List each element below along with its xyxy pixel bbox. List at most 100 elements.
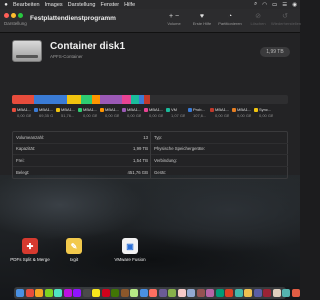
- info-row: Physische Speichergeräte:: [151, 144, 288, 155]
- dock-app-icon[interactable]: [291, 289, 300, 297]
- first-aid-button[interactable]: ♥ Erste Hilfe: [188, 12, 216, 26]
- dock-app-icon[interactable]: [120, 289, 129, 297]
- usage-segment: [100, 95, 123, 104]
- disk-utility-window: Darstellung Festplattendienstprogramm + …: [0, 9, 302, 179]
- usage-segment: [34, 95, 68, 104]
- legend-swatch: [210, 107, 214, 112]
- legend-size: 0,00 GB: [105, 113, 119, 118]
- info-value: 1,99 TB: [133, 146, 148, 152]
- desktop-app-icon[interactable]: ▣ VMware Fusion: [100, 238, 160, 262]
- legend-item: Sync... 0,00 GB: [254, 107, 273, 125]
- dock-app-icon[interactable]: [253, 289, 262, 297]
- dock-app-icon[interactable]: [130, 289, 138, 297]
- partition-button[interactable]: ◔ Partitionieren: [216, 12, 244, 26]
- info-row: Gerät:: [151, 167, 288, 179]
- volume-button[interactable]: + − Volume: [160, 12, 188, 26]
- control-center-icon[interactable]: ☰: [282, 2, 287, 8]
- dock-app-icon[interactable]: [196, 289, 205, 297]
- info-table: Volumeanzahl: 13 Kapazität: 1,99 TB Frei: 1,5…: [12, 131, 288, 179]
- zoom-button[interactable]: [18, 13, 23, 18]
- legend-name: VM: [171, 107, 177, 112]
- dock-app-icon[interactable]: [272, 289, 281, 297]
- window-toolbar: Darstellung Festplattendienstprogramm + …: [0, 9, 302, 33]
- dock-app-icon[interactable]: [149, 289, 157, 297]
- first-aid-icon: ♥: [199, 13, 205, 20]
- dock-app-icon[interactable]: [234, 289, 243, 297]
- info-key: Frei:: [16, 157, 25, 163]
- dock-app-icon[interactable]: [44, 289, 53, 297]
- legend-name: MBA1...: [83, 107, 97, 112]
- menu-item-darstellung[interactable]: Darstellung: [68, 2, 96, 8]
- size-badge: 1,99 TB: [260, 47, 290, 57]
- legend-size: 51,76...: [61, 113, 75, 118]
- volume-button-label: Volume: [167, 21, 181, 26]
- dock-app-icon[interactable]: [101, 289, 110, 297]
- restore-button-label: Wiederherstellen: [271, 21, 302, 26]
- legend-item: MBA1... 0,00 GB: [210, 107, 229, 125]
- info-key: Belegt:: [16, 169, 30, 175]
- dock-app-icon[interactable]: [111, 289, 119, 297]
- dock-app-icon[interactable]: [168, 289, 176, 297]
- app-icon: ✚: [22, 238, 38, 254]
- menu-item-hilfe[interactable]: Hilfe: [124, 2, 135, 8]
- dock-app-icon[interactable]: [92, 289, 100, 297]
- info-value: 451,76 GB: [127, 169, 148, 175]
- volume-subtitle: APFS-Container: [50, 54, 83, 59]
- dock-app-icon[interactable]: [187, 289, 195, 297]
- hard-disk-icon: [12, 40, 42, 62]
- dock-app-icon[interactable]: [225, 289, 233, 297]
- first-aid-button-label: Erste Hilfe: [192, 21, 212, 26]
- legend-size: 0,00 GB: [149, 113, 163, 118]
- legend-size: 0,00 GB: [215, 113, 229, 118]
- info-row: Typ:: [151, 132, 288, 144]
- dock-app-icon[interactable]: [63, 289, 72, 297]
- dock-app-icon[interactable]: [35, 289, 43, 297]
- legend-item: MBA1... 51,76...: [56, 107, 75, 125]
- dock-app-icon[interactable]: [206, 289, 214, 297]
- legend-item: Prob... 107,6...: [188, 107, 207, 125]
- info-key: Typ:: [154, 134, 163, 140]
- dock-app-icon[interactable]: [54, 289, 62, 297]
- legend-swatch: [56, 107, 60, 112]
- erase-button[interactable]: ⊘ Löschen: [244, 12, 272, 26]
- dock-app-icon[interactable]: [82, 289, 91, 297]
- menu-item-images[interactable]: Images: [45, 2, 63, 8]
- restore-icon: ↺: [282, 13, 288, 20]
- legend-size: 1,07 GB: [171, 113, 185, 118]
- usage-segment: [130, 95, 139, 104]
- dock-app-icon[interactable]: [215, 289, 224, 297]
- minimize-button[interactable]: [11, 13, 16, 18]
- dock-app-icon[interactable]: [263, 289, 271, 297]
- apple-menu-icon[interactable]: ●: [3, 2, 9, 8]
- dock-app-icon[interactable]: [16, 289, 24, 297]
- dock-app-icon[interactable]: [177, 289, 186, 297]
- sidebar-view-label[interactable]: Darstellung: [4, 21, 27, 26]
- info-key: Verbindung:: [154, 157, 177, 163]
- dock-app-icon[interactable]: [25, 289, 34, 297]
- usage-segment: [122, 95, 131, 104]
- dock-app-icon[interactable]: [73, 289, 81, 297]
- restore-button[interactable]: ↺ Wiederherstellen: [271, 12, 302, 26]
- search-icon[interactable]: ⌕: [254, 1, 257, 8]
- legend-name: MBA1...: [215, 107, 229, 112]
- menu-item-bearbeiten[interactable]: Bearbeiten: [13, 2, 40, 8]
- desktop-app-icon[interactable]: ✎ Ixgit: [44, 238, 104, 262]
- siri-icon[interactable]: ◉: [292, 2, 297, 8]
- dock-app-icon[interactable]: [244, 289, 252, 297]
- dock-app-icon[interactable]: [139, 289, 148, 297]
- usage-segment: [80, 95, 93, 104]
- legend-name: MBA1...: [17, 107, 31, 112]
- legend-size: 0,00 GB: [83, 113, 97, 118]
- dock-app-icon[interactable]: [282, 289, 290, 297]
- dock-app-icon[interactable]: [158, 289, 167, 297]
- app-icon: ✎: [66, 238, 82, 254]
- legend-item: MBA1... 0,00 GB: [100, 107, 119, 125]
- close-button[interactable]: [4, 13, 9, 18]
- desktop-icon-label: VMware Fusion: [114, 257, 146, 262]
- legend-size: 0,00 GB: [237, 113, 251, 118]
- wifi-icon[interactable]: ◠: [262, 2, 267, 8]
- info-table-right: Typ: Physische Speichergeräte: Verbindung:…: [150, 132, 288, 178]
- battery-icon[interactable]: ▭: [272, 2, 277, 8]
- menu-item-fenster[interactable]: Fenster: [100, 2, 119, 8]
- info-value: 1,54 TB: [133, 157, 148, 163]
